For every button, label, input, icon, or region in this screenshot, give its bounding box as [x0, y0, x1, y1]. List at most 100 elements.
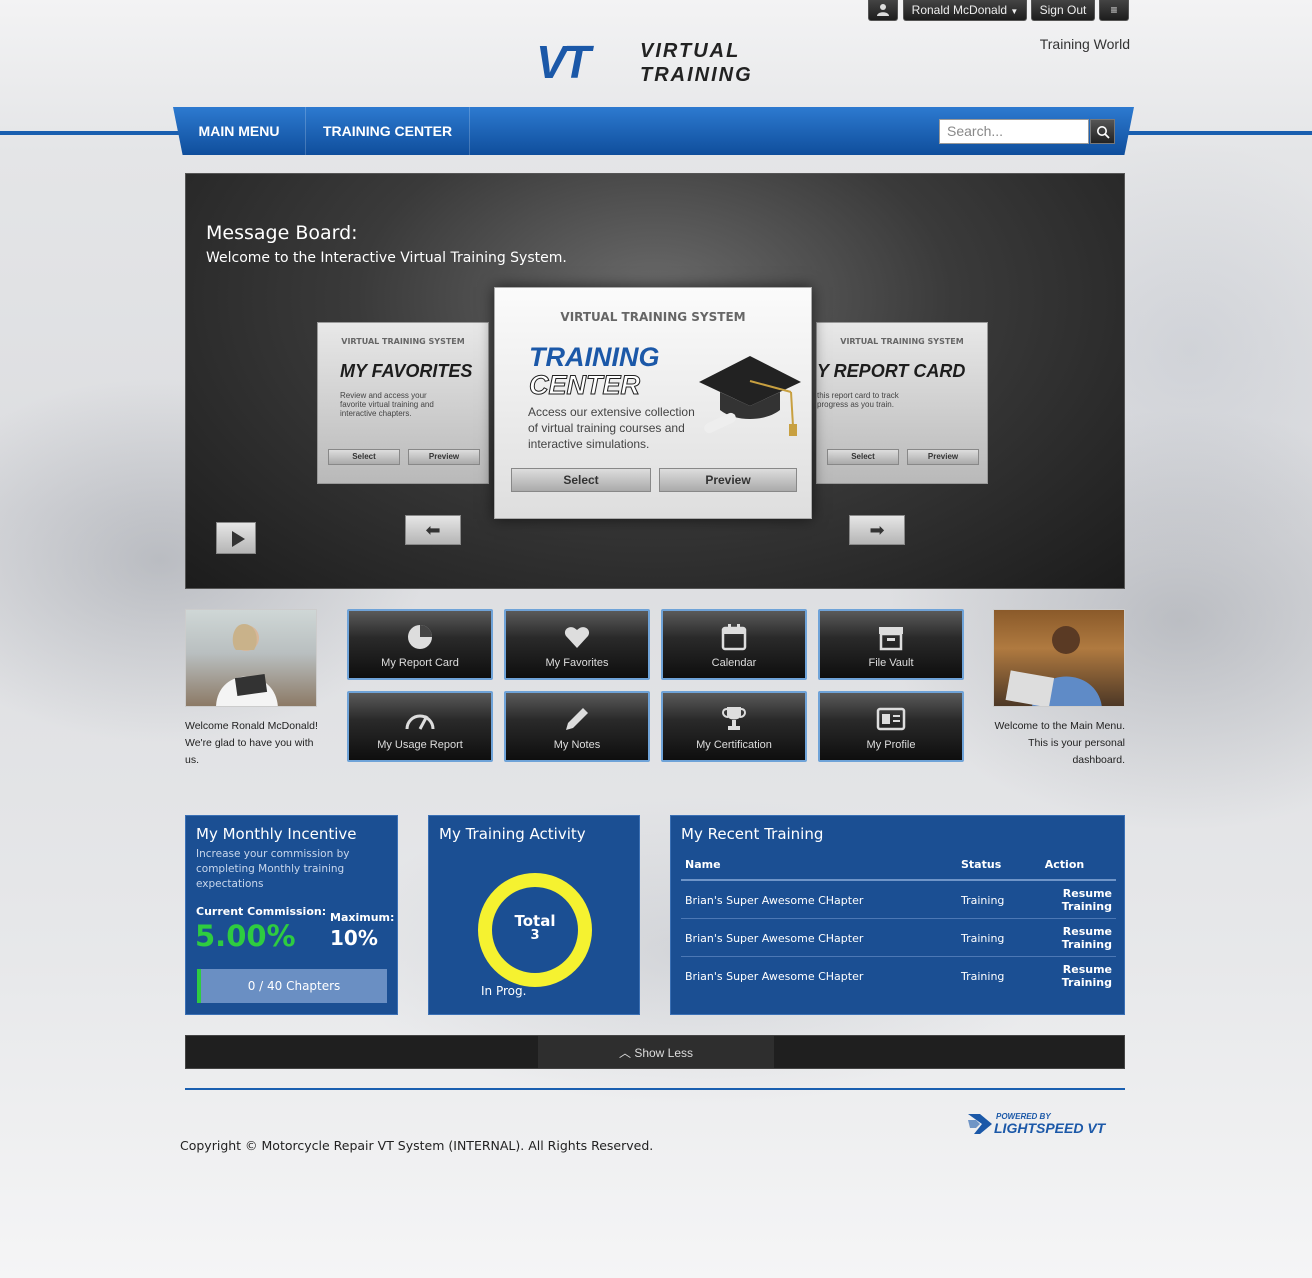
- card-title-line1: TRAINING: [529, 342, 660, 372]
- chapters-progress-bar: 0 / 40 Chapters: [197, 969, 387, 1003]
- card-preview-button[interactable]: Preview: [907, 449, 979, 465]
- tile-label: My Notes: [553, 739, 601, 751]
- col-status: Status: [957, 854, 1013, 881]
- show-less-label: Show Less: [634, 1046, 694, 1060]
- resume-training-link[interactable]: Resume Training: [1013, 957, 1116, 995]
- arrow-right-icon: ➡: [869, 520, 885, 541]
- carousel-next-button[interactable]: ➡: [849, 515, 905, 545]
- play-button[interactable]: [216, 522, 256, 554]
- row-name: Brian's Super Awesome CHapter: [685, 969, 864, 983]
- welcome-greeting: Welcome Ronald McDonald!: [185, 720, 318, 732]
- current-commission-label: Current Commission:: [196, 905, 327, 918]
- sign-out-button[interactable]: Sign Out: [1031, 0, 1095, 21]
- carousel-card-training-center[interactable]: VIRTUAL TRAINING SYSTEM TRAINING CENTER …: [494, 287, 812, 519]
- card-preview-button[interactable]: Preview: [408, 449, 480, 465]
- card-select-button[interactable]: Select: [328, 449, 400, 465]
- tile-label: My Certification: [696, 739, 772, 751]
- resume-training-link[interactable]: Resume Training: [1013, 918, 1116, 957]
- footer-divider: [185, 1088, 1125, 1090]
- carousel-card-report[interactable]: VIRTUAL TRAINING SYSTEM Y REPORT CARD th…: [816, 322, 988, 484]
- welcome-left-text: Welcome Ronald McDonald! We're glad to h…: [185, 718, 325, 769]
- powered-by-lightspeed-logo[interactable]: POWERED BY LIGHTSPEED VT: [966, 1110, 1131, 1138]
- logo-line2: TRAINING: [640, 64, 753, 86]
- message-board-title: Message Board:: [206, 222, 358, 244]
- id-card-icon: [876, 707, 906, 731]
- card-title: MY FAVORITES: [340, 361, 473, 381]
- chevron-down-icon: ▼: [1010, 7, 1019, 16]
- search-icon: [1096, 126, 1110, 139]
- incentive-title: My Monthly Incentive: [196, 825, 357, 843]
- col-name: Name: [681, 854, 957, 881]
- tile-file-vault[interactable]: File Vault: [818, 609, 964, 680]
- copyright-text: Copyright © Motorcycle Repair VT System …: [180, 1138, 654, 1153]
- training-activity-panel: My Training Activity Total 3 In Prog.: [428, 815, 640, 1015]
- card-system-label: VIRTUAL TRAINING SYSTEM: [560, 310, 746, 324]
- card-title: Y REPORT CARD: [817, 361, 966, 381]
- recent-title: My Recent Training: [681, 825, 824, 843]
- incentive-desc: Increase your commission by completing M…: [196, 848, 350, 890]
- table-row: Brian's Super Awesome CHapter Training R…: [681, 918, 1116, 957]
- maximum-value: 10%: [330, 926, 378, 950]
- progress-text: 0 / 40 Chapters: [247, 979, 341, 993]
- donut-legend: In Prog.: [481, 984, 527, 998]
- users-icon: [877, 4, 889, 16]
- virtual-training-logo[interactable]: VT VIRTUAL TRAINING: [536, 38, 766, 90]
- message-board-text: Welcome to the Interactive Virtual Train…: [206, 250, 567, 266]
- resume-training-link[interactable]: Resume Training: [1013, 880, 1116, 919]
- current-commission-value: 5.00%: [195, 919, 296, 953]
- calendar-icon: [721, 624, 747, 651]
- row-status: Training: [957, 880, 1013, 919]
- heart-icon: [564, 627, 590, 648]
- nav-training-center[interactable]: TRAINING CENTER: [306, 107, 470, 155]
- logo-vt: VT: [536, 36, 591, 88]
- lightspeed-logo-icon: [968, 1114, 992, 1134]
- welcome-right-text: Welcome to the Main Menu. This is your p…: [994, 720, 1125, 766]
- chevron-up-icon: ︿: [618, 1046, 631, 1060]
- hamburger-icon: ≡: [1110, 3, 1118, 17]
- tile-my-certification[interactable]: My Certification: [661, 691, 807, 762]
- carousel-card-favorites[interactable]: VIRTUAL TRAINING SYSTEM MY FAVORITES Rev…: [317, 322, 489, 484]
- card-system-label: VIRTUAL TRAINING SYSTEM: [341, 337, 465, 346]
- tile-my-usage-report[interactable]: My Usage Report: [347, 691, 493, 762]
- maximum-label: Maximum:: [330, 911, 395, 924]
- tile-label: My Report Card: [381, 657, 459, 669]
- tile-my-report-card[interactable]: My Report Card: [347, 609, 493, 680]
- tile-calendar[interactable]: Calendar: [661, 609, 807, 680]
- welcome-photo-woman: [185, 609, 317, 707]
- user-menu-dropdown[interactable]: Ronald McDonald ▼: [903, 0, 1027, 21]
- recent-training-table: Name Status Action Brian's Super Awesome…: [681, 854, 1116, 994]
- graduation-cap-icon: [699, 356, 801, 436]
- gauge-icon: [405, 714, 435, 730]
- nav-main-menu[interactable]: MAIN MENU: [173, 107, 306, 155]
- tile-my-profile[interactable]: My Profile: [818, 691, 964, 762]
- row-status: Training: [957, 918, 1013, 957]
- tile-my-notes[interactable]: My Notes: [504, 691, 650, 762]
- show-less-button[interactable]: ︿ Show Less: [538, 1036, 774, 1068]
- tile-label: My Favorites: [545, 657, 609, 669]
- carousel-prev-button[interactable]: ⬅: [405, 515, 461, 545]
- recent-training-panel: My Recent Training Name Status Action Br…: [670, 815, 1125, 1015]
- card-title-line2: CENTER: [528, 370, 641, 401]
- card-desc: Review and access your favorite virtual …: [340, 391, 434, 418]
- tile-my-favorites[interactable]: My Favorites: [504, 609, 650, 680]
- archive-icon: [879, 627, 903, 651]
- card-system-label: VIRTUAL TRAINING SYSTEM: [840, 337, 964, 346]
- trophy-icon: [722, 707, 746, 730]
- show-less-bar: ︿ Show Less: [185, 1035, 1125, 1069]
- search-button[interactable]: [1090, 119, 1115, 144]
- card-select-button[interactable]: Select: [827, 449, 899, 465]
- message-board-carousel: Message Board: Welcome to the Interactiv…: [185, 173, 1125, 589]
- welcome-subtext: We're glad to have you with us.: [185, 737, 314, 766]
- search-input[interactable]: Search...: [939, 119, 1089, 144]
- welcome-photo-man: [993, 609, 1125, 707]
- tile-label: Calendar: [711, 657, 757, 669]
- user-name: Ronald McDonald: [911, 3, 1008, 17]
- card-desc: Access our extensive collection of virtu…: [528, 405, 695, 451]
- col-action: Action: [1013, 854, 1116, 881]
- card-select-button[interactable]: Select: [511, 468, 651, 492]
- card-preview-button[interactable]: Preview: [659, 468, 797, 492]
- donut-total-value: 3: [530, 928, 540, 943]
- user-profile-button[interactable]: [868, 0, 898, 21]
- table-row: Brian's Super Awesome CHapter Training R…: [681, 957, 1116, 995]
- hamburger-menu-button[interactable]: ≡: [1099, 0, 1129, 21]
